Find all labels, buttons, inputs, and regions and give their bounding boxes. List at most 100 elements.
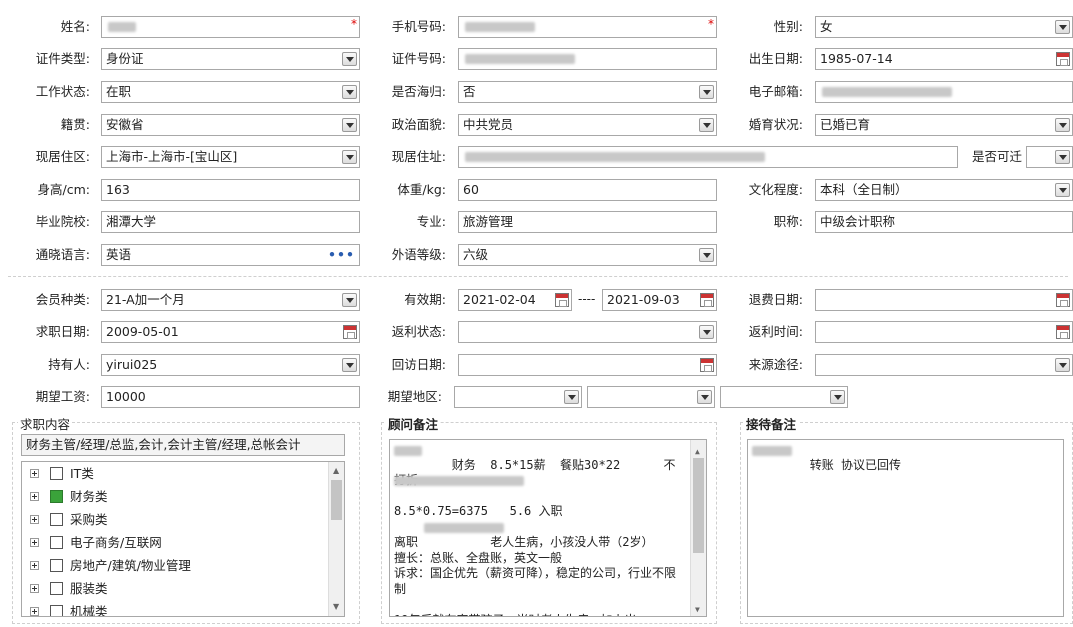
checkbox[interactable]: [50, 582, 63, 595]
birth-label: 出生日期:: [748, 51, 803, 66]
valid-from-field[interactable]: 2021-02-04: [458, 289, 572, 311]
major-field[interactable]: 旅游管理: [458, 211, 717, 233]
calendar-icon[interactable]: [700, 293, 714, 307]
work-status-select[interactable]: 在职: [101, 81, 360, 103]
chevron-down-icon[interactable]: [830, 390, 845, 404]
chevron-down-icon[interactable]: [699, 85, 714, 99]
political-select[interactable]: 中共党员: [458, 114, 717, 136]
phone-field[interactable]: *: [458, 16, 717, 38]
rebate-status-select[interactable]: [458, 321, 717, 343]
checkbox[interactable]: [50, 490, 63, 503]
chevron-down-icon[interactable]: [699, 118, 714, 132]
checkbox[interactable]: [50, 467, 63, 480]
expand-icon[interactable]: [30, 469, 39, 478]
chevron-down-icon[interactable]: [1055, 118, 1070, 132]
scroll-up-icon[interactable]: ▲: [333, 466, 339, 475]
reception-notes[interactable]: 转账 协议已回传: [747, 439, 1064, 617]
relocate-select[interactable]: [1026, 146, 1073, 168]
chevron-down-icon[interactable]: [1055, 20, 1070, 34]
gender-select[interactable]: 女: [815, 16, 1073, 38]
residence-label: 现居住区:: [35, 149, 90, 164]
checkbox[interactable]: [50, 559, 63, 572]
major-label: 专业:: [416, 214, 446, 229]
valid-label: 有效期:: [404, 292, 446, 307]
tree-item-label: IT类: [70, 466, 94, 481]
calendar-icon[interactable]: [343, 325, 357, 339]
chevron-down-icon[interactable]: [342, 150, 357, 164]
chevron-down-icon[interactable]: [699, 248, 714, 262]
expand-icon[interactable]: [30, 561, 39, 570]
chevron-down-icon[interactable]: [697, 390, 712, 404]
education-select[interactable]: 本科（全日制）: [815, 179, 1073, 201]
height-label: 身高/cm:: [37, 182, 90, 197]
height-field[interactable]: 163: [101, 179, 360, 201]
advisor-scrollbar[interactable]: ▲ ▼: [690, 440, 706, 616]
expand-icon[interactable]: [30, 584, 39, 593]
tree-item-label: 电子商务/互联网: [70, 535, 162, 550]
scroll-down-icon[interactable]: ▼: [333, 602, 339, 611]
holder-select[interactable]: yirui025: [101, 354, 360, 376]
name-field[interactable]: *: [101, 16, 360, 38]
refund-date-label: 退费日期:: [748, 292, 803, 307]
job-date-field[interactable]: 2009-05-01: [101, 321, 360, 343]
email-label: 电子邮箱:: [748, 84, 803, 99]
overseas-select[interactable]: 否: [458, 81, 717, 103]
tree-scrollbar[interactable]: ▲ ▼: [328, 462, 344, 616]
lang-level-select[interactable]: 六级: [458, 244, 717, 266]
calendar-icon[interactable]: [1056, 52, 1070, 66]
calendar-icon[interactable]: [700, 358, 714, 372]
calendar-icon[interactable]: [1056, 325, 1070, 339]
chevron-down-icon[interactable]: [342, 293, 357, 307]
lang-level-label: 外语等级:: [391, 247, 446, 262]
calendar-icon[interactable]: [555, 293, 569, 307]
checkbox[interactable]: [50, 536, 63, 549]
region-select-2[interactable]: [587, 386, 715, 408]
email-field[interactable]: [815, 81, 1073, 103]
chevron-down-icon[interactable]: [1055, 150, 1070, 164]
scroll-down-icon[interactable]: ▼: [695, 602, 700, 616]
region-select-3[interactable]: [720, 386, 848, 408]
more-icon[interactable]: •••: [328, 245, 355, 265]
visit-date-label: 回访日期:: [391, 357, 446, 372]
chevron-down-icon[interactable]: [342, 52, 357, 66]
chevron-down-icon[interactable]: [1055, 358, 1070, 372]
marital-select[interactable]: 已婚已育: [815, 114, 1073, 136]
checkbox[interactable]: [50, 513, 63, 526]
chevron-down-icon[interactable]: [564, 390, 579, 404]
job-content-title: 求职内容: [18, 414, 73, 433]
id-no-field[interactable]: [458, 48, 717, 70]
address-field[interactable]: [458, 146, 958, 168]
weight-field[interactable]: 60: [458, 179, 717, 201]
valid-to-field[interactable]: 2021-09-03: [602, 289, 717, 311]
expand-icon[interactable]: [30, 607, 39, 616]
source-select[interactable]: [815, 354, 1073, 376]
chevron-down-icon[interactable]: [699, 325, 714, 339]
chevron-down-icon[interactable]: [342, 85, 357, 99]
language-field[interactable]: 英语 •••: [101, 244, 360, 266]
tree-item-label: 机械类: [70, 604, 108, 617]
salary-field[interactable]: 10000: [101, 386, 360, 408]
checkbox[interactable]: [50, 605, 63, 616]
chevron-down-icon[interactable]: [342, 358, 357, 372]
expand-icon[interactable]: [30, 492, 39, 501]
expand-icon[interactable]: [30, 538, 39, 547]
birth-date-field[interactable]: 1985-07-14: [815, 48, 1073, 70]
expand-icon[interactable]: [30, 515, 39, 524]
visit-date-field[interactable]: [458, 354, 717, 376]
origin-select[interactable]: 安徽省: [101, 114, 360, 136]
calendar-icon[interactable]: [1056, 293, 1070, 307]
advisor-notes[interactable]: 财务 8.5*15薪 餐贴30*22 不打折 8.5*0.75=6375 5.6…: [389, 439, 707, 617]
id-type-select[interactable]: 身份证: [101, 48, 360, 70]
job-summary-field[interactable]: 财务主管/经理/总监,会计,会计主管/经理,总帐会计: [21, 434, 345, 456]
chevron-down-icon[interactable]: [342, 118, 357, 132]
reception-title: 接待备注: [744, 414, 799, 433]
refund-date-field[interactable]: [815, 289, 1073, 311]
residence-select[interactable]: 上海市-上海市-[宝山区]: [101, 146, 360, 168]
rebate-time-field[interactable]: [815, 321, 1073, 343]
chevron-down-icon[interactable]: [1055, 183, 1070, 197]
job-title-field[interactable]: 中级会计职称: [815, 211, 1073, 233]
job-category-tree[interactable]: IT类 财务类 采购类 电子商务/互联网 房地产/建筑/物业管理 服装类 机械类 ▲ ▼: [21, 461, 345, 617]
member-type-select[interactable]: 21-A加一个月: [101, 289, 360, 311]
school-field[interactable]: 湘潭大学: [101, 211, 360, 233]
region-select-1[interactable]: [454, 386, 582, 408]
